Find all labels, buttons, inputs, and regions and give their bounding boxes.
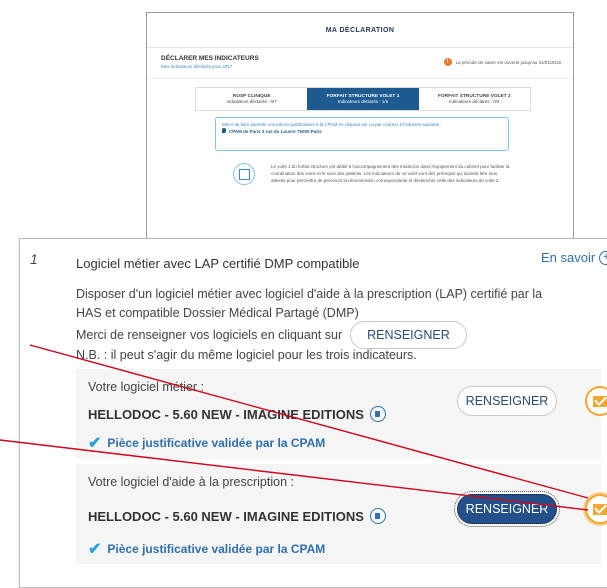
tab-forfait-volet-2[interactable]: FORFAIT STRUCTURE VOLET 2 Indicateurs dé…	[419, 88, 530, 110]
section-title: DÉCLARER MES INDICATEURS	[161, 55, 259, 62]
page-title: MA DÉCLARATION	[325, 26, 395, 34]
tab-sublabel: Indicateurs déclarés : 0/4	[449, 99, 500, 104]
validation-status-text: Pièce justificative validée par la CPAM	[107, 542, 326, 556]
renseigner-prompt-text: Merci de renseigner vos logiciels en cli…	[76, 328, 343, 342]
cpam-note: Merci de faire parvenir vos pièces justi…	[215, 117, 509, 151]
volet-info-text: Le volet 1 du forfait structure est dédi…	[271, 164, 510, 183]
software-value: HELLODOC - 5.60 NEW - IMAGINE EDITIONS	[88, 508, 386, 524]
section-subtitle[interactable]: Mes indicateurs déclarés pour 2017	[161, 64, 232, 69]
indicator-number: 1	[30, 251, 38, 267]
check-icon: ✔	[88, 435, 102, 452]
plus-circle-icon: +	[599, 250, 607, 265]
renseigner-metier-button[interactable]: RENSEIGNER	[457, 386, 557, 416]
tab-forfait-volet-1[interactable]: FORFAIT STRUCTURE VOLET 1 Indicateurs dé…	[307, 88, 419, 110]
mail-icon[interactable]	[585, 386, 607, 416]
more-info-link[interactable]: En savoir +	[541, 250, 607, 265]
renseigner-button[interactable]: RENSEIGNER	[350, 321, 467, 349]
software-label: Votre logiciel d'aide à la prescription …	[88, 475, 294, 489]
software-value: HELLODOC - 5.60 NEW - IMAGINE EDITIONS	[88, 406, 386, 422]
period-alert: ! La période de saisie est ouverte jusqu…	[443, 58, 561, 66]
software-card-prescription: Votre logiciel d'aide à la prescription …	[76, 464, 607, 564]
tab-sublabel: Indicateurs déclarés : 0/7	[226, 99, 277, 104]
period-alert-text: La période de saisie est ouverte jusqu'a…	[455, 59, 561, 65]
trash-icon[interactable]	[369, 508, 386, 524]
cpam-note-text: Merci de faire parvenir vos pièces justi…	[222, 122, 368, 127]
tab-sublabel: Indicateurs déclarés : 1/5	[337, 99, 389, 104]
page-header: MA DÉCLARATION	[147, 13, 573, 48]
section-header: DÉCLARER MES INDICATEURS Mes indicateurs…	[147, 48, 573, 79]
check-icon: ✔	[88, 541, 102, 558]
renseigner-prompt: Merci de renseigner vos logiciels en cli…	[76, 321, 467, 349]
indicator-tabs: ROSP CLINIQUE Indicateurs déclarés : 0/7…	[195, 87, 531, 111]
software-card-metier: Votre logiciel métier : HELLODOC - 5.60 …	[76, 369, 607, 459]
document-icon	[233, 163, 255, 185]
software-name: HELLODOC - 5.60 NEW - IMAGINE EDITIONS	[88, 508, 364, 524]
cpam-address: CPAM de Paris 3 rue du Louvre 75000 Pari…	[229, 129, 322, 134]
tab-rosp-clinique[interactable]: ROSP CLINIQUE Indicateurs déclarés : 0/7	[196, 88, 307, 110]
validation-status: ✔ Pièce justificative validée par la CPA…	[88, 539, 325, 559]
more-info-label: En savoir	[541, 250, 596, 265]
mail-icon[interactable]	[585, 494, 607, 524]
indicator-panel: 1 Logiciel métier avec LAP certifié DMP …	[19, 238, 607, 588]
alert-icon: !	[443, 58, 452, 66]
renseigner-prescription-button[interactable]: RENSEIGNER	[454, 491, 560, 527]
software-label: Votre logiciel métier :	[88, 380, 205, 394]
validation-status: ✔ Pièce justificative validée par la CPA…	[88, 433, 325, 453]
nb-note: N.B. : il peut s'agir du même logiciel p…	[76, 348, 417, 362]
volet-info: Le volet 1 du forfait structure est dédi…	[233, 159, 513, 199]
location-pin-icon	[222, 128, 226, 133]
trash-icon[interactable]	[369, 406, 386, 422]
indicator-title: Logiciel métier avec LAP certifié DMP co…	[76, 256, 360, 271]
validation-status-text: Pièce justificative validée par la CPAM	[107, 436, 326, 450]
cpam-note-text-2: ou par courrier à l'adresse suivante :	[369, 122, 442, 127]
indicator-description: Disposer d'un logiciel métier avec logic…	[76, 287, 543, 320]
software-name: HELLODOC - 5.60 NEW - IMAGINE EDITIONS	[88, 406, 364, 422]
